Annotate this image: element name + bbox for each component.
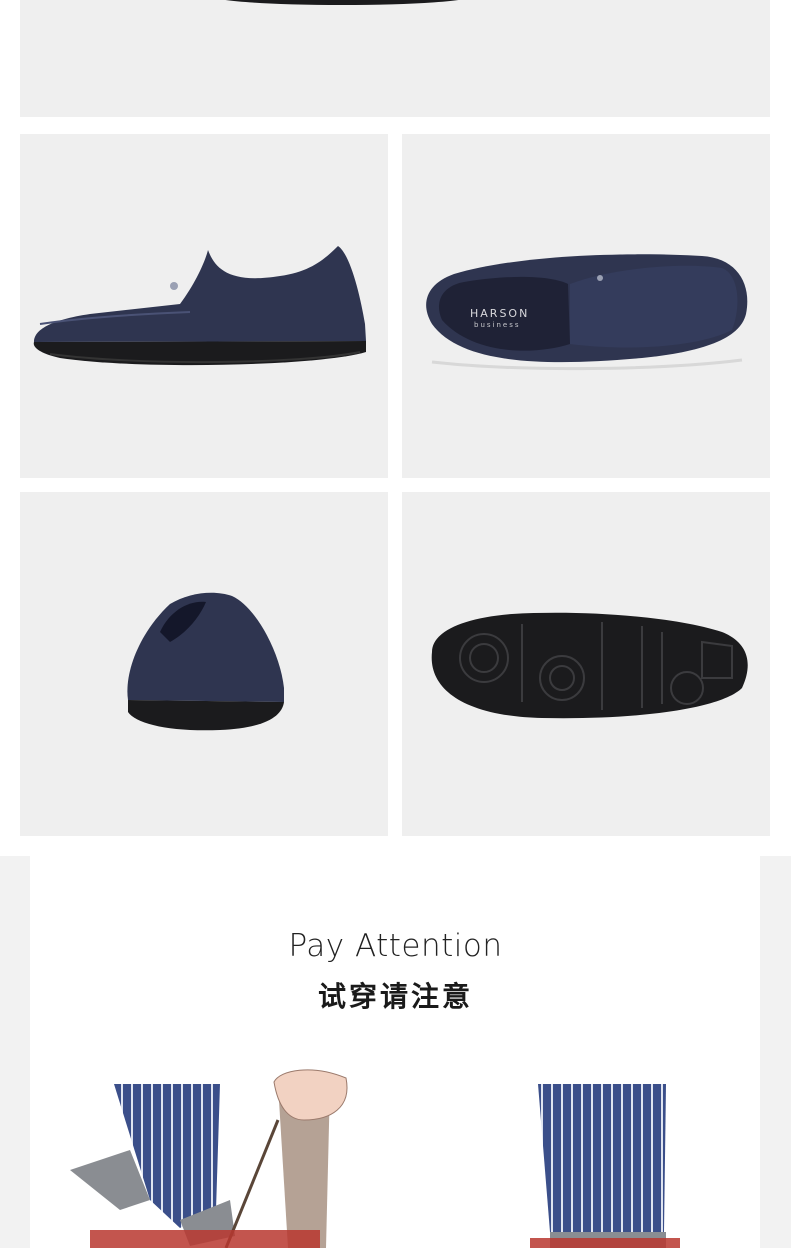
loafer-sole-image [431, 612, 748, 719]
insole-brand-subtext: business [474, 321, 521, 329]
attention-title-zh: 试穿请注意 [317, 980, 473, 1013]
shoe-sole-edge-image [225, 0, 459, 5]
insole-brand-text: HARSON [470, 307, 529, 320]
product-photo-sole-view [402, 492, 770, 836]
loafer-rear-image [127, 592, 284, 731]
try-on-illustration [70, 1069, 680, 1248]
loafer-top-image: HARSON business [426, 254, 748, 371]
product-photo-top-view: HARSON business [402, 134, 770, 478]
product-photo-side-view [20, 134, 388, 478]
loafer-side-image [33, 246, 367, 366]
product-photo-rear-view [20, 492, 388, 836]
product-photo-top [20, 0, 770, 117]
attention-title-en: Pay Attention [288, 928, 503, 964]
